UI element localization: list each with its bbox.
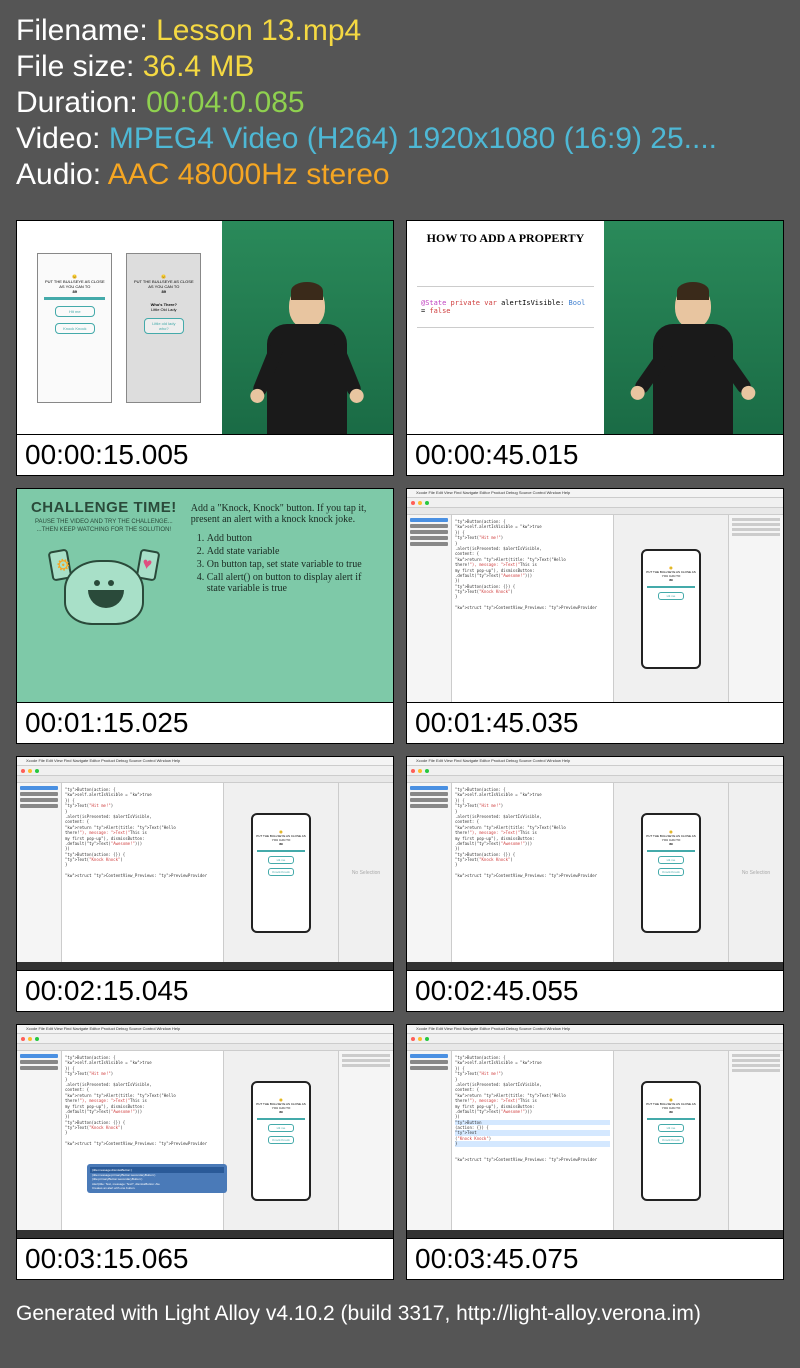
thumbnail-image: 😊PUT THE BULLSEYE AS CLOSE AS YOU CAN TO… [16, 220, 394, 435]
thumbnail-cell: Xcode File Edit View Find Navigate Edito… [16, 1024, 394, 1280]
filename-label: Filename: [16, 14, 156, 47]
thumbnail-image: Xcode File Edit View Find Navigate Edito… [406, 756, 784, 971]
thumbnail-cell: Xcode File Edit View Find Navigate Edito… [406, 756, 784, 1012]
filename-row: Filename: Lesson 13.mp4 [16, 14, 784, 48]
thumbnail-image: Xcode File Edit View Find Navigate Edito… [16, 1024, 394, 1239]
filesize-value: 36.4 MB [143, 50, 255, 83]
audio-value: AAC 48000Hz stereo [108, 158, 390, 191]
timestamp-label: 00:00:45.015 [406, 435, 784, 476]
thumbnail-cell: Xcode File Edit View Find Navigate Edito… [406, 488, 784, 744]
video-value: MPEG4 Video (H264) 1920x1080 (16:9) 25..… [109, 122, 717, 155]
thumbnail-cell: HOW TO ADD A PROPERTY@State private var … [406, 220, 784, 476]
thumbnail-cell: Xcode File Edit View Find Navigate Edito… [16, 756, 394, 1012]
filesize-row: File size: 36.4 MB [16, 50, 784, 84]
code-editor: "ty">Button(action: { "kw">self.alertIsV… [62, 1051, 223, 1230]
code-editor: "ty">Button(action: { "kw">self.alertIsV… [452, 515, 613, 702]
thumbnail-cell: CHALLENGE TIME!PAUSE THE VIDEO AND TRY T… [16, 488, 394, 744]
video-label: Video: [16, 122, 109, 155]
duration-value: 00:04:0.085 [146, 86, 304, 119]
thumbnail-cell: 😊PUT THE BULLSEYE AS CLOSE AS YOU CAN TO… [16, 220, 394, 476]
code-editor: "ty">Button(action: { "kw">self.alertIsV… [62, 783, 223, 962]
thumbnail-image: Xcode File Edit View Find Navigate Edito… [406, 1024, 784, 1239]
autocomplete-popup: (title:message:dismissButton:)(title:mes… [87, 1164, 227, 1193]
xcode-window: Xcode File Edit View Find Navigate Edito… [407, 489, 783, 702]
timestamp-label: 00:03:45.075 [406, 1239, 784, 1280]
thumbnail-grid: 😊PUT THE BULLSEYE AS CLOSE AS YOU CAN TO… [0, 204, 800, 1296]
timestamp-label: 00:02:15.045 [16, 971, 394, 1012]
thumbnail-image: Xcode File Edit View Find Navigate Edito… [406, 488, 784, 703]
filename-value: Lesson 13.mp4 [156, 14, 361, 47]
code-editor: "ty">Button(action: { "kw">self.alertIsV… [452, 1051, 613, 1230]
code-editor: "ty">Button(action: { "kw">self.alertIsV… [452, 783, 613, 962]
filesize-label: File size: [16, 50, 143, 83]
audio-row: Audio: AAC 48000Hz stereo [16, 158, 784, 192]
audio-label: Audio: [16, 158, 108, 191]
thumbnail-cell: Xcode File Edit View Find Navigate Edito… [406, 1024, 784, 1280]
xcode-menubar: Xcode File Edit View Find Navigate Edito… [407, 489, 783, 498]
file-info-header: Filename: Lesson 13.mp4 File size: 36.4 … [0, 0, 800, 204]
thumbnail-image: Xcode File Edit View Find Navigate Edito… [16, 756, 394, 971]
thumbnail-image: HOW TO ADD A PROPERTY@State private var … [406, 220, 784, 435]
timestamp-label: 00:02:45.055 [406, 971, 784, 1012]
timestamp-label: 00:03:15.065 [16, 1239, 394, 1280]
footer-text: Generated with Light Alloy v4.10.2 (buil… [0, 1296, 800, 1340]
timestamp-label: 00:01:45.035 [406, 703, 784, 744]
timestamp-label: 00:00:15.005 [16, 435, 394, 476]
timestamp-label: 00:01:15.025 [16, 703, 394, 744]
duration-label: Duration: [16, 86, 146, 119]
duration-row: Duration: 00:04:0.085 [16, 86, 784, 120]
video-row: Video: MPEG4 Video (H264) 1920x1080 (16:… [16, 122, 784, 156]
thumbnail-image: CHALLENGE TIME!PAUSE THE VIDEO AND TRY T… [16, 488, 394, 703]
